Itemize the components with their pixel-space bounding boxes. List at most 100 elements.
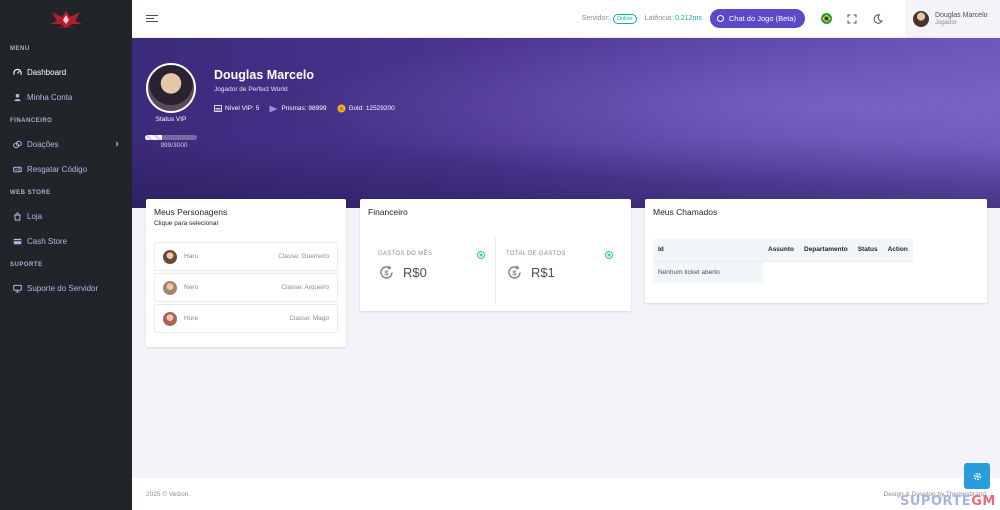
- characters-list: Haru Classe: Guerreiro Nero Classe: Arqueir…: [154, 242, 338, 335]
- sidebar-item-loja[interactable]: Loja: [0, 204, 132, 229]
- sidebar-nav: MENU Dashboard Minha Conta FINANCEIRO Doaçõe…: [0, 38, 132, 301]
- sidebar-item-minha-conta[interactable]: Minha Conta: [0, 85, 132, 110]
- sidebar-item-label: Dashboard: [27, 68, 67, 77]
- character-name: Hure: [184, 315, 199, 322]
- vip-level-text: Nível VIP: 5: [225, 105, 260, 112]
- card-icon: [12, 237, 22, 247]
- brazil-flag-icon: [820, 13, 832, 24]
- character-item[interactable]: Nero Classe: Arqueiro: [154, 273, 338, 302]
- vip-progress-fill: [145, 135, 163, 140]
- language-button[interactable]: [814, 7, 838, 31]
- user-icon: [12, 93, 22, 103]
- watermark: SUPORTEGM: [900, 494, 996, 509]
- footer-copyright: 2025 © Velzon.: [146, 490, 191, 498]
- tickets-header-row: Id Assunto Departamento Status Action: [653, 239, 913, 262]
- tickets-column-header: Id: [653, 239, 763, 262]
- user-role: Jogador: [935, 20, 957, 27]
- svg-text:$: $: [384, 269, 389, 278]
- profile-subtitle: Jogador de Perfect World: [214, 86, 288, 93]
- character-class: Classe: Guerreiro: [278, 253, 329, 260]
- tickets-card: Meus Chamados Id Assunto Departamento Statu…: [645, 199, 987, 303]
- chat-icon: [716, 15, 724, 22]
- latency-label: Latência:: [644, 15, 674, 22]
- server-label: Servidor:: [581, 15, 610, 22]
- menu-section-title: FINANCEIRO: [10, 118, 53, 124]
- chevron-right-icon: [114, 140, 120, 149]
- moon-icon: [873, 13, 883, 24]
- gold-text: Gold: 12529200: [348, 105, 395, 112]
- tickets-column-header: Assunto: [763, 239, 799, 262]
- game-chat-label: Chat do Jogo (Beta): [728, 14, 796, 23]
- prismas-text: Prismas: 98999: [281, 105, 327, 112]
- sidebar-item-label: Resgatar Código: [27, 165, 88, 174]
- fullscreen-icon: [847, 14, 857, 23]
- month-spending-widget: GASTOS DO MÊS $ R$0: [368, 237, 495, 303]
- characters-subtitle: Clique para selecionar: [154, 220, 219, 227]
- financeiro-card: Financeiro GASTOS DO MÊS $ R$0 TOTAL DE …: [360, 199, 631, 311]
- character-avatar: [163, 249, 177, 264]
- game-chat-button[interactable]: Chat do Jogo (Beta): [709, 9, 805, 28]
- sidebar-item-label: Loja: [27, 212, 43, 221]
- character-avatar: [163, 280, 177, 295]
- plus-circle-icon[interactable]: [477, 251, 485, 259]
- financeiro-title: Financeiro: [368, 207, 408, 217]
- watermark-text-b: GM: [971, 494, 996, 509]
- profile-name: Douglas Marcelo: [214, 68, 315, 82]
- sidebar-item-cash-store[interactable]: Cash Store: [0, 229, 132, 254]
- user-menu[interactable]: Douglas Marcelo Jogador: [905, 0, 1000, 37]
- sidebar-item-dashboard[interactable]: Dashboard: [0, 60, 132, 85]
- total-spending-value: R$1: [531, 265, 555, 280]
- user-name: Douglas Marcelo: [935, 11, 988, 19]
- fullscreen-button[interactable]: [840, 7, 864, 31]
- character-class: Classe: Mago: [289, 315, 329, 322]
- sidebar-item-doacoes[interactable]: Doações: [0, 132, 132, 157]
- gold-stat: Gold: 12529200: [337, 104, 395, 113]
- vip-level-stat: Nível VIP: 5: [214, 104, 259, 113]
- footer: 2025 © Velzon. Design & Develop by Theme…: [132, 478, 1000, 510]
- dashboard-icon: [12, 68, 22, 78]
- sidebar-item-label: Suporte do Servidor: [27, 284, 99, 293]
- donation-icon: [12, 140, 22, 150]
- character-item[interactable]: Haru Classe: Guerreiro: [154, 242, 338, 271]
- profile-banner: Status VIP 999/3000 Douglas Marcelo Joga…: [132, 38, 1000, 208]
- month-spending-label: GASTOS DO MÊS: [378, 251, 433, 257]
- character-class: Classe: Arqueiro: [281, 284, 329, 291]
- month-spending-value: R$0: [403, 265, 427, 280]
- logo-icon: [50, 11, 82, 28]
- latency-value: 0.212ms: [675, 15, 702, 22]
- menu-section-title: WEB STORE: [10, 190, 51, 196]
- sidebar: MENU Dashboard Minha Conta FINANCEIRO Doaçõe…: [0, 0, 132, 510]
- watermark-text-a: SUPORTE: [900, 494, 972, 509]
- user-avatar: [913, 10, 929, 27]
- gear-icon: [973, 472, 981, 480]
- status-vip-label: Status VIP: [155, 116, 187, 123]
- monitor-icon: [12, 284, 22, 294]
- profile-stats: Nível VIP: 5 Prismas: 98999 Gold: 125292…: [214, 104, 395, 113]
- sidebar-item-label: Doações: [27, 140, 59, 149]
- tickets-table: Id Assunto Departamento Status Action Nenhum…: [653, 239, 913, 283]
- characters-card: Meus Personagens Clique para selecionar …: [146, 199, 346, 347]
- vip-progress-bar: [145, 135, 197, 140]
- sidebar-item-resgatar-codigo[interactable]: Resgatar Código: [0, 157, 132, 182]
- sidebar-item-label: Cash Store: [27, 237, 68, 246]
- financeiro-widgets: GASTOS DO MÊS $ R$0 TOTAL DE GASTOS $ R$…: [368, 237, 623, 303]
- total-spending-label: TOTAL DE GASTOS: [506, 251, 566, 257]
- tickets-title: Meus Chamados: [653, 207, 718, 217]
- plus-circle-icon[interactable]: [605, 251, 613, 259]
- table-row: Nenhum ticket aberto: [653, 261, 913, 283]
- tickets-column-header: Departamento: [799, 239, 853, 262]
- prismas-icon: [269, 105, 278, 112]
- dark-mode-button[interactable]: [866, 7, 890, 31]
- vip-progress-text: 999/3000: [160, 142, 188, 149]
- gold-icon: [337, 104, 345, 113]
- logo[interactable]: [0, 0, 132, 38]
- ticket-icon: [12, 165, 22, 175]
- sidebar-item-suporte-do-servidor[interactable]: Suporte do Servidor: [0, 276, 132, 301]
- sidebar-item-label: Minha Conta: [27, 93, 73, 102]
- topbar: Servidor: Online Latência: 0.212ms Chat …: [132, 0, 1000, 38]
- menu-toggle-button[interactable]: [146, 12, 160, 26]
- character-item[interactable]: Hure Classe: Mago: [154, 304, 338, 333]
- tickets-column-header: Status: [852, 239, 883, 262]
- customizer-button[interactable]: [964, 463, 990, 489]
- menu-section-title: MENU: [10, 46, 30, 52]
